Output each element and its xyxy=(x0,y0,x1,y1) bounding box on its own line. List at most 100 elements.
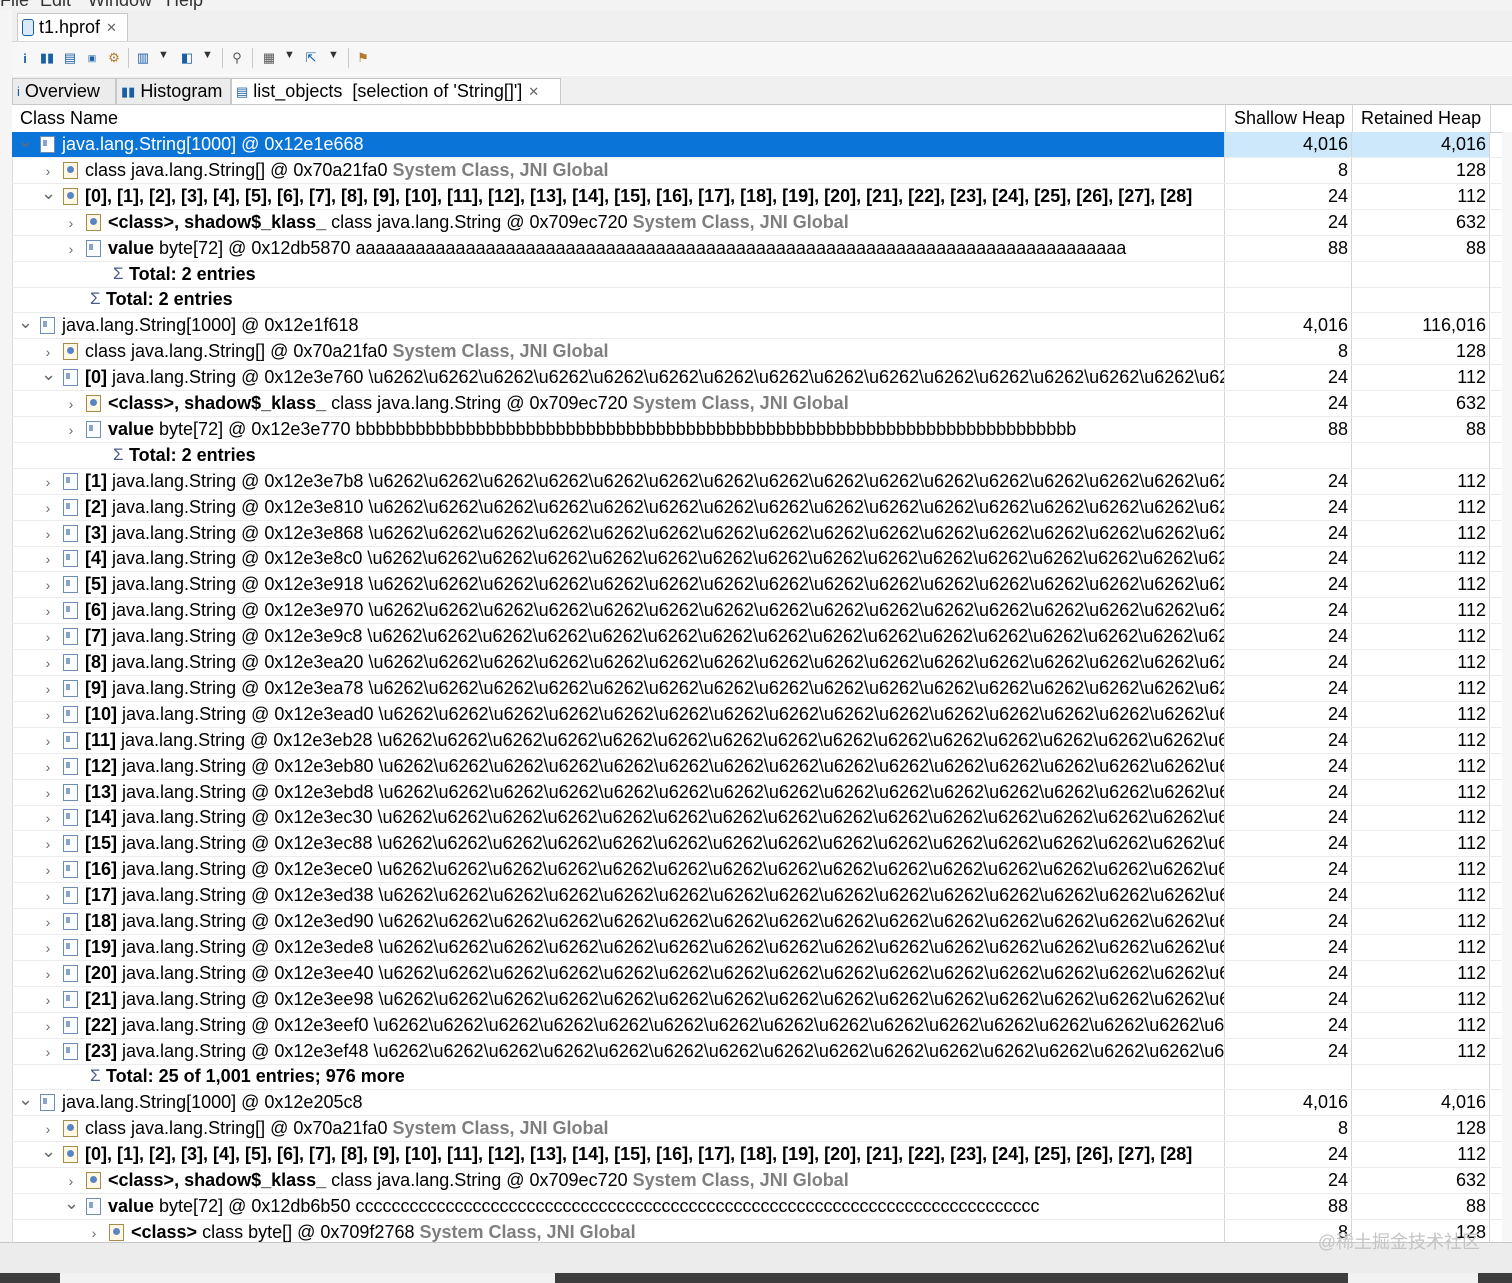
chevron-right-icon[interactable]: › xyxy=(41,628,55,646)
chevron-down-icon[interactable]: ⌄ xyxy=(64,1194,79,1212)
chevron-right-icon[interactable]: › xyxy=(41,1120,55,1138)
table-row[interactable]: › value byte[72] @ 0x12e3e770 bbbbbbbbbbb… xyxy=(12,416,1512,443)
close-icon[interactable]: ✕ xyxy=(106,20,117,36)
table-row[interactable]: › [2] java.lang.String @ 0x12e3e810 \u626… xyxy=(12,494,1512,521)
chevron-down-icon[interactable]: ▼ xyxy=(328,49,339,61)
chevron-down-icon[interactable]: ▼ xyxy=(284,49,295,61)
table-row[interactable]: › <class>, shadow$_klass_ class java.lang… xyxy=(12,391,1512,417)
close-icon[interactable]: ✕ xyxy=(528,84,539,100)
table-row[interactable]: › [1] java.lang.String @ 0x12e3e7b8 \u626… xyxy=(12,468,1512,495)
chevron-right-icon[interactable]: › xyxy=(41,1017,55,1035)
chevron-right-icon[interactable]: › xyxy=(64,240,78,258)
thread-overview-icon[interactable]: ⚙ xyxy=(106,48,122,68)
table-row[interactable]: Σ Total: 25 of 1,001 entries; 976 more xyxy=(12,1064,1512,1091)
tab-overview[interactable]: i Overview xyxy=(12,78,116,104)
dominator-tree-icon[interactable]: ▤ xyxy=(62,48,78,68)
chevron-right-icon[interactable]: › xyxy=(41,343,55,361)
chevron-down-icon[interactable]: ⌄ xyxy=(18,1090,33,1108)
chevron-right-icon[interactable]: › xyxy=(41,965,55,983)
table-row[interactable]: Σ Total: 2 entries xyxy=(12,261,1512,288)
table-row[interactable]: ⌄ java.lang.String[1000] @ 0x12e1e668 4,01… xyxy=(12,132,1512,158)
table-row[interactable]: › value byte[72] @ 0x12db5870 aaaaaaaaaaa… xyxy=(12,235,1512,262)
table-row[interactable]: › [7] java.lang.String @ 0x12e3e9c8 \u626… xyxy=(12,624,1512,651)
chevron-right-icon[interactable]: › xyxy=(41,706,55,724)
table-row[interactable]: › [18] java.lang.String @ 0x12e3ed90 \u62… xyxy=(12,909,1512,935)
table-row[interactable]: ⌄ java.lang.String[1000] @ 0x12e205c8 4,01… xyxy=(12,1090,1512,1117)
table-row[interactable]: ⌄ [0], [1], [2], [3], [4], [5], [6], [7],… xyxy=(12,183,1512,210)
chevron-right-icon[interactable]: › xyxy=(41,162,55,180)
chevron-down-icon[interactable]: ⌄ xyxy=(41,184,56,202)
table-row[interactable]: ⌄ value byte[72] @ 0x12db6b50 ccccccccccc… xyxy=(12,1193,1512,1220)
chevron-right-icon[interactable]: › xyxy=(41,939,55,957)
table-row[interactable]: ⌄ [0] java.lang.String @ 0x12e3e760 \u626… xyxy=(12,365,1512,392)
table-row[interactable]: › [12] java.lang.String @ 0x12e3eb80 \u62… xyxy=(12,753,1512,780)
chevron-right-icon[interactable]: › xyxy=(41,525,55,543)
table-row[interactable]: › [22] java.lang.String @ 0x12e3eef0 \u62… xyxy=(12,1012,1512,1039)
table-row[interactable]: › <class>, shadow$_klass_ class java.lang… xyxy=(12,209,1512,236)
chevron-right-icon[interactable]: › xyxy=(41,861,55,879)
chevron-right-icon[interactable]: › xyxy=(41,758,55,776)
chevron-down-icon[interactable]: ⌄ xyxy=(18,132,33,150)
menu-edit[interactable]: Edit xyxy=(40,0,71,10)
column-header-retained-heap[interactable]: Retained Heap xyxy=(1361,105,1481,132)
table-row[interactable]: › <class> class byte[] @ 0x709f2768 Syste… xyxy=(12,1219,1512,1242)
table-row[interactable]: › [20] java.lang.String @ 0x12e3ee40 \u62… xyxy=(12,960,1512,987)
tab-list-objects[interactable]: ▤ list_objects [selection of 'String[]']… xyxy=(231,78,561,104)
table-row[interactable]: › [6] java.lang.String @ 0x12e3e970 \u626… xyxy=(12,598,1512,625)
table-row[interactable]: › [9] java.lang.String @ 0x12e3ea78 \u626… xyxy=(12,675,1512,702)
chevron-right-icon[interactable]: › xyxy=(41,991,55,1009)
chevron-right-icon[interactable]: › xyxy=(64,395,78,413)
column-header-class-name[interactable]: Class Name xyxy=(20,105,118,132)
chevron-right-icon[interactable]: › xyxy=(41,835,55,853)
chevron-down-icon[interactable]: ⌄ xyxy=(41,1142,56,1160)
chevron-right-icon[interactable]: › xyxy=(64,214,78,232)
chevron-right-icon[interactable]: › xyxy=(41,473,55,491)
histogram-icon[interactable]: ▮▮ xyxy=(40,48,54,68)
table-row[interactable]: › [23] java.lang.String @ 0x12e3ef48 \u62… xyxy=(12,1038,1512,1065)
table-row[interactable]: › [17] java.lang.String @ 0x12e3ed38 \u62… xyxy=(12,883,1512,910)
chevron-down-icon[interactable]: ▼ xyxy=(158,49,169,61)
table-row[interactable]: › <class>, shadow$_klass_ class java.lang… xyxy=(12,1168,1512,1194)
table-row[interactable]: › [16] java.lang.String @ 0x12e3ece0 \u62… xyxy=(12,857,1512,884)
query-browser-icon[interactable]: ◧ xyxy=(178,48,196,68)
table-row[interactable]: › class java.lang.String[] @ 0x70a21fa0 S… xyxy=(12,339,1512,366)
table-row[interactable]: Σ Total: 2 entries xyxy=(12,442,1512,469)
tab-histogram[interactable]: ▮▮ Histogram xyxy=(116,78,231,104)
table-row[interactable]: Σ Total: 2 entries xyxy=(12,287,1512,314)
table-row[interactable]: › [3] java.lang.String @ 0x12e3e868 \u626… xyxy=(12,520,1512,547)
chevron-right-icon[interactable]: › xyxy=(41,732,55,750)
vertical-scrollbar[interactable] xyxy=(1502,132,1512,1242)
table-row[interactable]: › [11] java.lang.String @ 0x12e3eb28 \u62… xyxy=(12,727,1512,754)
table-row[interactable]: › [5] java.lang.String @ 0x12e3e918 \u626… xyxy=(12,572,1512,599)
table-row[interactable]: › class java.lang.String[] @ 0x70a21fa0 S… xyxy=(12,157,1512,184)
table-row[interactable]: › [15] java.lang.String @ 0x12e3ec88 \u62… xyxy=(12,831,1512,858)
search-icon[interactable]: ⚲ xyxy=(228,48,246,68)
chevron-right-icon[interactable]: › xyxy=(41,1043,55,1061)
chevron-right-icon[interactable]: › xyxy=(41,602,55,620)
table-row[interactable]: ⌄ [0], [1], [2], [3], [4], [5], [6], [7],… xyxy=(12,1142,1512,1169)
chevron-right-icon[interactable]: › xyxy=(41,913,55,931)
chevron-right-icon[interactable]: › xyxy=(41,550,55,568)
chevron-down-icon[interactable]: ⌄ xyxy=(18,313,33,331)
chevron-right-icon[interactable]: › xyxy=(41,887,55,905)
info-icon[interactable]: i xyxy=(20,48,30,68)
table-row[interactable]: › [4] java.lang.String @ 0x12e3e8c0 \u626… xyxy=(12,546,1512,573)
table-row[interactable]: › [13] java.lang.String @ 0x12e3ebd8 \u62… xyxy=(12,779,1512,806)
run-report-icon[interactable]: ▥ xyxy=(134,48,152,68)
table-row[interactable]: › [19] java.lang.String @ 0x12e3ede8 \u62… xyxy=(12,934,1512,961)
table-row[interactable]: › [10] java.lang.String @ 0x12e3ead0 \u62… xyxy=(12,701,1512,728)
table-row[interactable]: › class java.lang.String[] @ 0x70a21fa0 S… xyxy=(12,1116,1512,1143)
calculate-retained-icon[interactable]: ▦ xyxy=(260,48,278,68)
chevron-right-icon[interactable]: › xyxy=(64,1172,78,1190)
chevron-right-icon[interactable]: › xyxy=(41,680,55,698)
chevron-right-icon[interactable]: › xyxy=(41,809,55,827)
column-header-shallow-heap[interactable]: Shallow Heap xyxy=(1234,105,1345,132)
table-row[interactable]: › [14] java.lang.String @ 0x12e3ec30 \u62… xyxy=(12,805,1512,832)
editor-tab-t1-hprof[interactable]: t1.hprof ✕ xyxy=(17,13,128,41)
chevron-right-icon[interactable]: › xyxy=(41,654,55,672)
export-icon[interactable]: ⇱ xyxy=(302,48,320,68)
chevron-down-icon[interactable]: ⌄ xyxy=(41,365,56,383)
table-row[interactable]: ⌄ java.lang.String[1000] @ 0x12e1f618 4,01… xyxy=(12,313,1512,340)
chevron-right-icon[interactable]: › xyxy=(41,784,55,802)
menu-window[interactable]: Window xyxy=(88,0,152,10)
